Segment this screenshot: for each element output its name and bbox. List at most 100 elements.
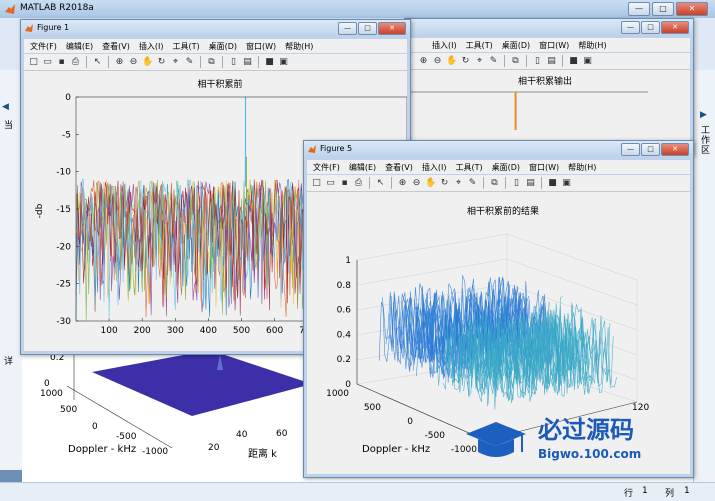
- figure-5-title: Figure 5: [320, 144, 353, 153]
- left-arrow-icon[interactable]: ◀: [2, 102, 9, 112]
- menu-window[interactable]: 窗口(W): [246, 41, 276, 52]
- menu-item[interactable]: 窗口(W): [539, 40, 569, 51]
- figure-1-window-controls: — □ ✕: [338, 22, 406, 35]
- new-figure-icon[interactable]: □: [28, 57, 39, 68]
- save-icon[interactable]: ▪: [56, 57, 67, 68]
- open-file-icon[interactable]: ▭: [42, 57, 53, 68]
- figure-5-menubar: 文件(F) 编辑(E) 查看(V) 插入(I) 工具(T) 桌面(D) 窗口(W…: [307, 160, 690, 174]
- zoom-out-icon[interactable]: ⊖: [432, 56, 443, 67]
- menu-edit[interactable]: 编辑(E): [349, 162, 376, 173]
- close-button[interactable]: ✕: [661, 21, 689, 34]
- menu-file[interactable]: 文件(F): [30, 41, 57, 52]
- x-tick-label: 300: [167, 326, 184, 336]
- maximize-button[interactable]: □: [652, 2, 674, 16]
- menu-item[interactable]: 帮助(H): [578, 40, 606, 51]
- pan-icon[interactable]: ✋: [142, 57, 153, 68]
- zoom-in-icon[interactable]: ⊕: [418, 56, 429, 67]
- link-icon[interactable]: ⧉: [489, 178, 500, 189]
- colorbar-icon[interactable]: ▯: [228, 57, 239, 68]
- colorbar-icon[interactable]: ▯: [511, 178, 522, 189]
- menu-item[interactable]: 插入(I): [432, 40, 457, 51]
- hide-plot-tools-icon[interactable]: ■: [568, 56, 579, 67]
- menu-insert[interactable]: 插入(I): [139, 41, 164, 52]
- bg-doppler-tick: -1000: [142, 447, 168, 457]
- menu-tools[interactable]: 工具(T): [172, 41, 199, 52]
- pan-icon[interactable]: ✋: [425, 178, 436, 189]
- legend-icon[interactable]: ▤: [546, 56, 557, 67]
- minimize-button[interactable]: —: [628, 2, 650, 16]
- print-icon[interactable]: ⎙: [70, 57, 81, 68]
- show-plot-tools-icon[interactable]: ▣: [278, 57, 289, 68]
- col-value: 1: [684, 486, 690, 496]
- menu-desktop[interactable]: 桌面(D): [492, 162, 520, 173]
- legend-icon[interactable]: ▤: [242, 57, 253, 68]
- figure-5-titlebar[interactable]: Figure 5 — □ ✕: [304, 141, 693, 158]
- right-arrow-icon[interactable]: ▶: [700, 110, 707, 120]
- surface-mesh: [378, 275, 617, 410]
- figure-back-titlebar[interactable]: — □ ✕: [405, 19, 693, 36]
- zoom-out-icon[interactable]: ⊖: [411, 178, 422, 189]
- maximize-button[interactable]: □: [358, 22, 377, 35]
- close-button[interactable]: ✕: [676, 2, 708, 16]
- colorbar-icon[interactable]: ▯: [532, 56, 543, 67]
- maximize-button[interactable]: □: [641, 21, 660, 34]
- new-figure-icon[interactable]: □: [311, 178, 322, 189]
- data-cursor-icon[interactable]: ⌖: [474, 56, 485, 67]
- rotate-icon[interactable]: ↻: [460, 56, 471, 67]
- x-tick-label: 200: [134, 326, 151, 336]
- x-axis-label: Doppler - kHz: [362, 444, 430, 455]
- menu-item[interactable]: 工具(T): [466, 40, 493, 51]
- hide-plot-tools-icon[interactable]: ■: [264, 57, 275, 68]
- minimize-button[interactable]: —: [621, 143, 640, 156]
- figure-1-menubar: 文件(F) 编辑(E) 查看(V) 插入(I) 工具(T) 桌面(D) 窗口(W…: [24, 39, 407, 53]
- y-tick-label: -25: [56, 280, 71, 290]
- menu-tools[interactable]: 工具(T): [455, 162, 482, 173]
- show-plot-tools-icon[interactable]: ▣: [561, 178, 572, 189]
- legend-icon[interactable]: ▤: [525, 178, 536, 189]
- link-icon[interactable]: ⧉: [510, 56, 521, 67]
- zoom-in-icon[interactable]: ⊕: [114, 57, 125, 68]
- link-icon[interactable]: ⧉: [206, 57, 217, 68]
- menu-insert[interactable]: 插入(I): [422, 162, 447, 173]
- row-value: 1: [642, 486, 648, 496]
- x-tick-label: 500: [233, 326, 250, 336]
- menu-view[interactable]: 查看(V): [102, 41, 130, 52]
- brush-icon[interactable]: ✎: [184, 57, 195, 68]
- edit-plot-arrow-icon[interactable]: ↖: [92, 57, 103, 68]
- menu-help[interactable]: 帮助(H): [568, 162, 596, 173]
- pan-icon[interactable]: ✋: [446, 56, 457, 67]
- print-icon[interactable]: ⎙: [353, 178, 364, 189]
- rotate-icon[interactable]: ↻: [156, 57, 167, 68]
- brush-icon[interactable]: ✎: [467, 178, 478, 189]
- menu-file[interactable]: 文件(F): [313, 162, 340, 173]
- zoom-out-icon[interactable]: ⊖: [128, 57, 139, 68]
- menu-view[interactable]: 查看(V): [385, 162, 413, 173]
- maximize-button[interactable]: □: [641, 143, 660, 156]
- hide-plot-tools-icon[interactable]: ■: [547, 178, 558, 189]
- minimize-button[interactable]: —: [338, 22, 357, 35]
- figure-5-toolbar: □ ▭ ▪ ⎙ ↖ ⊕ ⊖ ✋ ↻ ⌖ ✎ ⧉ ▯ ▤ ■ ▣: [307, 175, 690, 192]
- brush-icon[interactable]: ✎: [488, 56, 499, 67]
- menu-help[interactable]: 帮助(H): [285, 41, 313, 52]
- menu-desktop[interactable]: 桌面(D): [209, 41, 237, 52]
- menu-edit[interactable]: 编辑(E): [66, 41, 93, 52]
- figure-back-menubar: 插入(I) 工具(T) 桌面(D) 窗口(W) 帮助(H): [408, 38, 690, 52]
- close-button[interactable]: ✕: [378, 22, 406, 35]
- show-plot-tools-icon[interactable]: ▣: [582, 56, 593, 67]
- rotate-icon[interactable]: ↻: [439, 178, 450, 189]
- data-cursor-icon[interactable]: ⌖: [453, 178, 464, 189]
- figure-1-titlebar[interactable]: Figure 1 — □ ✕: [21, 20, 410, 37]
- open-file-icon[interactable]: ▭: [325, 178, 336, 189]
- edit-plot-arrow-icon[interactable]: ↖: [375, 178, 386, 189]
- data-cursor-icon[interactable]: ⌖: [170, 57, 181, 68]
- app-title: MATLAB R2018a: [20, 3, 94, 13]
- save-icon[interactable]: ▪: [339, 178, 350, 189]
- chart-title: 相干积累前的结果: [467, 205, 539, 217]
- zoom-in-icon[interactable]: ⊕: [397, 178, 408, 189]
- minimize-button[interactable]: —: [621, 21, 640, 34]
- figure-window-back[interactable]: — □ ✕ 插入(I) 工具(T) 桌面(D) 窗口(W) 帮助(H) ⊕ ⊖ …: [404, 18, 694, 156]
- col-label: 列: [665, 489, 675, 499]
- menu-window[interactable]: 窗口(W): [529, 162, 559, 173]
- close-button[interactable]: ✕: [661, 143, 689, 156]
- menu-item[interactable]: 桌面(D): [502, 40, 530, 51]
